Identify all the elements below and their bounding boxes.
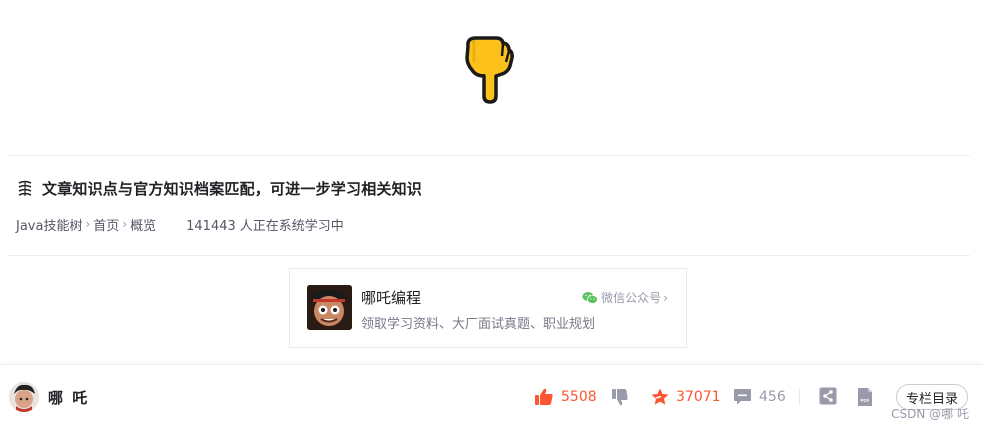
chevron-right-icon: › [85, 217, 91, 231]
account-name: 哪吒编程 [361, 289, 422, 307]
breadcrumb-item-java[interactable]: Java技能树 [16, 215, 82, 234]
knowledge-icon [16, 179, 34, 197]
watermark: CSDN @哪 吒 [891, 407, 969, 421]
learners-text: 人正在系统学习中 [239, 218, 344, 234]
divider-top [8, 155, 970, 156]
like-icon [535, 388, 553, 405]
account-avatar [307, 285, 352, 330]
breadcrumb-item-home[interactable]: 首页 [93, 215, 119, 234]
author-avatar[interactable] [9, 382, 39, 412]
pdf-button[interactable]: PDF [857, 387, 873, 407]
author-info[interactable]: 哪 吒 [9, 382, 89, 412]
knowledge-header: 文章知识点与官方知识档案匹配，可进一步学习相关知识 [16, 176, 422, 200]
wechat-icon [582, 291, 599, 304]
comment-icon [734, 389, 751, 405]
wechat-account-link[interactable]: 微信公众号 › [582, 289, 668, 306]
favorite-count: 37071 [676, 389, 721, 405]
divider-bottom [8, 255, 970, 256]
like-button[interactable]: 5508 [534, 387, 597, 407]
author-name[interactable]: 哪 吒 [48, 387, 89, 408]
dislike-icon [612, 389, 628, 406]
learners-count: 141443 [186, 218, 236, 234]
article-toolbar: 哪 吒 5508 37071 456 PDF 专栏目录 CSDN @哪 吒 [0, 364, 983, 428]
knowledge-title: 文章知识点与官方知识档案匹配，可进一步学习相关知识 [42, 179, 423, 198]
favorite-icon [651, 388, 669, 405]
official-account-card[interactable]: 哪吒编程 领取学习资料、大厂面试真题、职业规划 微信公众号 › [289, 268, 687, 348]
wechat-label: 微信公众号 [601, 291, 662, 305]
favorite-button[interactable]: 37071 [650, 387, 721, 407]
share-icon [819, 387, 837, 405]
account-description: 领取学习资料、大厂面试真题、职业规划 [361, 317, 596, 332]
pdf-icon: PDF [858, 388, 872, 406]
like-count: 5508 [561, 389, 597, 405]
learners-info: 141443 人正在系统学习中 [186, 215, 344, 234]
comment-button[interactable]: 456 [733, 387, 786, 406]
pointing-down-hand-icon [462, 34, 514, 104]
breadcrumb-item-overview[interactable]: 概览 [130, 215, 156, 234]
toolbar-divider [799, 389, 800, 405]
comment-count: 456 [759, 388, 786, 405]
svg-text:PDF: PDF [861, 398, 870, 403]
dislike-button[interactable] [611, 387, 629, 407]
chevron-right-icon: › [663, 290, 668, 305]
chevron-right-icon: › [122, 217, 128, 231]
share-button[interactable] [819, 387, 837, 405]
breadcrumb: Java技能树 › 首页 › 概览 141443 人正在系统学习中 [16, 214, 344, 234]
